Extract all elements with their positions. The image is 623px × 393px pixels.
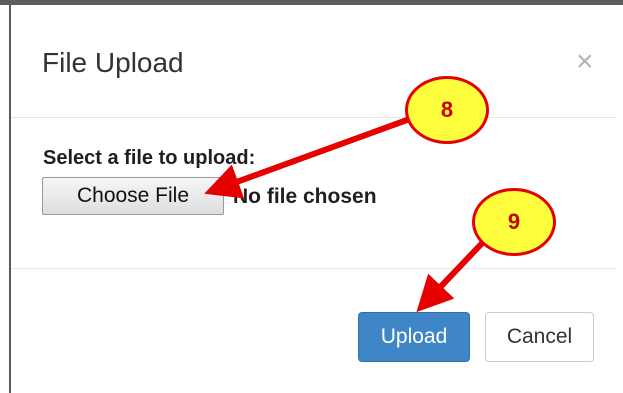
close-icon[interactable]: × [576,47,594,77]
cancel-button[interactable]: Cancel [485,312,594,362]
screen: File Upload × Select a file to upload: C… [0,0,623,393]
choose-file-button[interactable]: Choose File [42,177,224,215]
step-9-badge: 9 [472,188,556,256]
step-8-badge: 8 [405,76,489,144]
dialog-title: File Upload [42,47,184,78]
dialog-footer: Upload Cancel [11,269,616,393]
dialog-header: File Upload × [11,5,616,118]
file-status-text: No file chosen [233,185,377,208]
upload-button[interactable]: Upload [358,312,470,362]
select-file-label: Select a file to upload: [43,147,256,169]
